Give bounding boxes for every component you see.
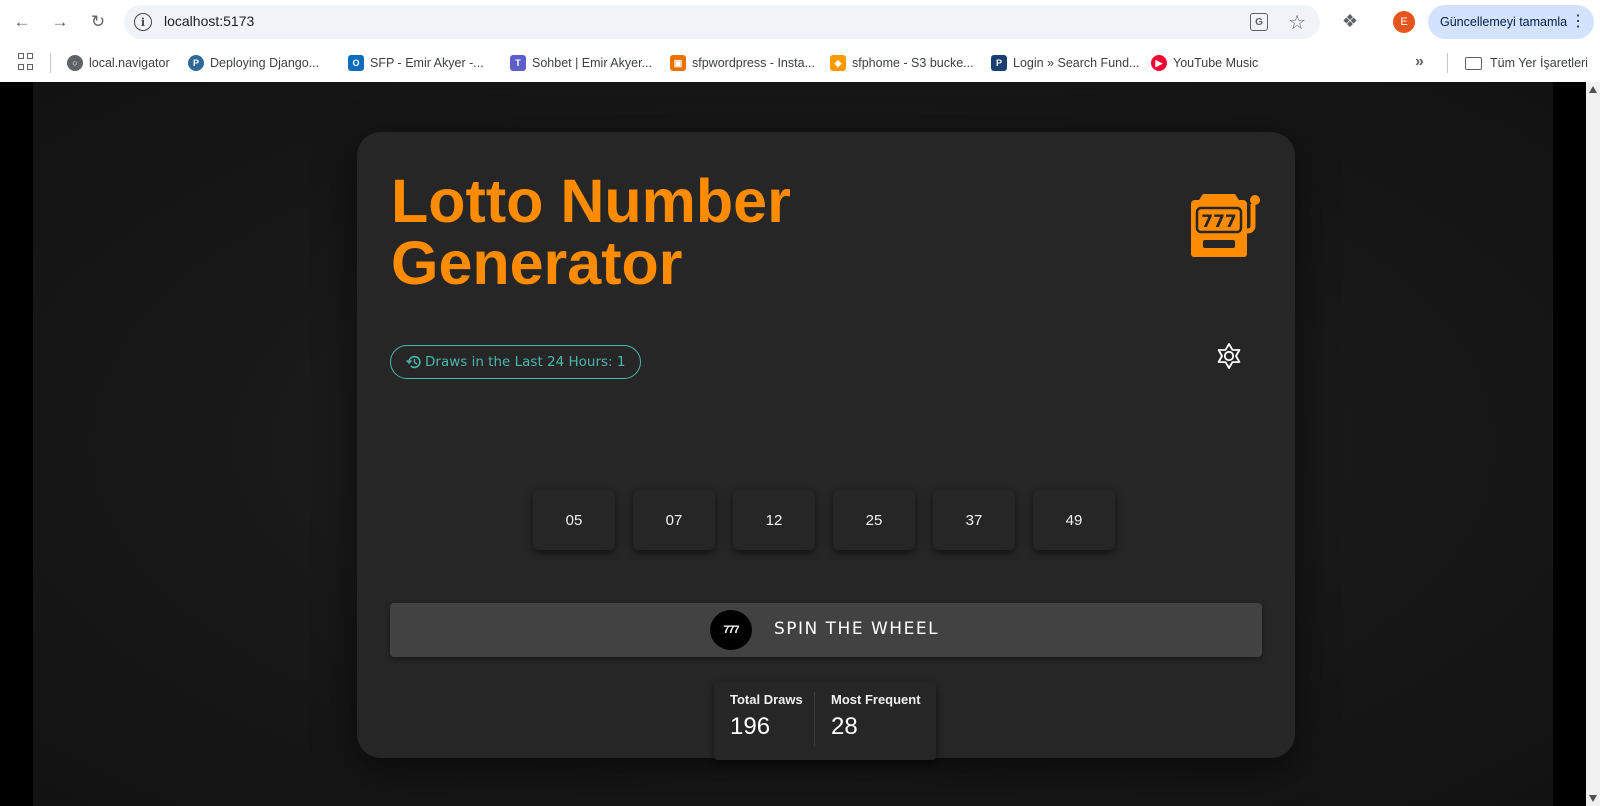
bookmark-sfp-outlook[interactable]: O SFP - Emir Akyer -... xyxy=(348,52,484,74)
bookmark-label: SFP - Emir Akyer -... xyxy=(370,56,484,70)
update-button-label: Güncellemeyi tamamla xyxy=(1440,15,1568,29)
more-bookmarks-icon[interactable]: » xyxy=(1415,53,1424,71)
reload-icon[interactable]: ↻ xyxy=(86,10,110,34)
browser-chrome: ← → ↻ i localhost:5173 G ☆ ❖ E Güncellem… xyxy=(0,0,1600,82)
back-icon[interactable]: ← xyxy=(10,10,34,34)
menu-dots-icon[interactable]: ⋮ xyxy=(1570,11,1586,31)
page-background: Lotto Number Generator 777 Draws in the … xyxy=(33,82,1553,806)
slot-machine-icon: 777 xyxy=(1191,194,1260,257)
bookmark-label: Sohbet | Emir Akyer... xyxy=(532,56,652,70)
stat-total-draws: Total Draws 196 xyxy=(730,692,803,741)
number-ball-6: 49 xyxy=(1033,490,1115,550)
search-fund-icon: P xyxy=(991,55,1007,71)
python-icon: P xyxy=(188,55,204,71)
history-icon xyxy=(406,355,421,369)
number-ball-1: 05 xyxy=(533,490,615,550)
stat-most-frequent: Most Frequent 28 xyxy=(831,692,921,741)
bookmark-label: sfphome - S3 bucke... xyxy=(852,56,974,70)
bookmark-sohbet-teams[interactable]: T Sohbet | Emir Akyer... xyxy=(510,52,652,74)
browser-toolbar: ← → ↻ i localhost:5173 G ☆ ❖ E Güncellem… xyxy=(0,0,1600,44)
theme-toggle-icon[interactable] xyxy=(1215,342,1243,370)
number-ball-3: 12 xyxy=(733,490,815,550)
number-ball-2: 07 xyxy=(633,490,715,550)
bookmark-search-fund[interactable]: P Login » Search Fund... xyxy=(991,52,1139,74)
extensions-icon[interactable]: ❖ xyxy=(1338,9,1362,33)
svg-text:777: 777 xyxy=(1201,212,1237,232)
globe-icon: ○ xyxy=(67,55,83,71)
youtube-music-icon: ▶ xyxy=(1151,55,1167,71)
bookmark-local-navigator[interactable]: ○ local.navigator xyxy=(67,52,170,74)
forward-icon[interactable]: → xyxy=(48,10,72,34)
s3-bucket-icon: ◆ xyxy=(830,55,846,71)
stats-panel: Total Draws 196 Most Frequent 28 xyxy=(714,682,936,760)
bookmark-label: YouTube Music xyxy=(1173,56,1259,70)
teams-icon: T xyxy=(510,55,526,71)
spin-button-label: SPIN THE WHEEL xyxy=(774,619,940,639)
bookmark-youtube-music[interactable]: ▶ YouTube Music xyxy=(1151,52,1258,74)
spin-wheel-text: 777 xyxy=(723,624,739,636)
bookmark-label: local.navigator xyxy=(89,56,170,70)
site-info-icon[interactable]: i xyxy=(134,13,152,31)
bookmark-label: sfpwordpress - Insta... xyxy=(692,56,815,70)
drawn-numbers: 05 07 12 25 37 49 xyxy=(533,490,1115,550)
stat-label: Total Draws xyxy=(730,692,803,707)
spin-the-wheel-button[interactable]: 777 SPIN THE WHEEL xyxy=(390,603,1262,657)
translate-icon[interactable]: G xyxy=(1250,13,1268,31)
number-ball-4: 25 xyxy=(833,490,915,550)
bookmark-sfpwordpress[interactable]: ▣ sfpwordpress - Insta... xyxy=(670,52,815,74)
bookmark-label: Deploying Django... xyxy=(210,56,320,70)
scroll-up-icon[interactable] xyxy=(1589,86,1597,93)
stat-value: 28 xyxy=(831,713,858,740)
stat-value: 196 xyxy=(730,713,771,740)
number-ball-5: 37 xyxy=(933,490,1015,550)
page-viewport: Lotto Number Generator 777 Draws in the … xyxy=(0,82,1600,806)
outlook-icon: O xyxy=(348,55,364,71)
bookmark-star-icon[interactable]: ☆ xyxy=(1288,10,1306,35)
stat-label: Most Frequent xyxy=(831,692,921,707)
spin-wheel-icon: 777 xyxy=(710,610,752,650)
divider xyxy=(1447,53,1448,73)
all-bookmarks[interactable]: Tüm Yer İşaretleri xyxy=(1465,52,1588,74)
scroll-down-icon[interactable] xyxy=(1589,795,1597,802)
page-title: Lotto Number Generator xyxy=(391,170,911,294)
update-button[interactable]: Güncellemeyi tamamla ⋮ xyxy=(1428,5,1594,39)
title-line-2: Generator xyxy=(391,229,683,297)
draws-24h-badge: Draws in the Last 24 Hours: 1 xyxy=(390,345,641,379)
bookmark-deploying-django[interactable]: P Deploying Django... xyxy=(188,52,319,74)
aws-instance-icon: ▣ xyxy=(670,55,686,71)
divider xyxy=(814,692,815,746)
title-line-1: Lotto Number xyxy=(391,167,791,235)
bookmark-sfphome-s3[interactable]: ◆ sfphome - S3 bucke... xyxy=(830,52,974,74)
draws-24h-text: Draws in the Last 24 Hours: 1 xyxy=(425,354,626,370)
profile-avatar[interactable]: E xyxy=(1393,11,1415,33)
lotto-card: Lotto Number Generator 777 Draws in the … xyxy=(357,132,1295,760)
divider xyxy=(50,53,51,73)
page-scrollbar[interactable] xyxy=(1586,82,1600,806)
bookmark-label: Login » Search Fund... xyxy=(1013,56,1140,70)
all-bookmarks-label: Tüm Yer İşaretleri xyxy=(1490,56,1588,70)
url-text[interactable]: localhost:5173 xyxy=(164,13,254,29)
apps-grid-icon[interactable] xyxy=(18,53,36,71)
folder-icon xyxy=(1465,56,1482,70)
address-bar[interactable]: i localhost:5173 G ☆ xyxy=(124,5,1320,39)
bookmarks-bar: ○ local.navigator P Deploying Django... … xyxy=(0,44,1600,82)
